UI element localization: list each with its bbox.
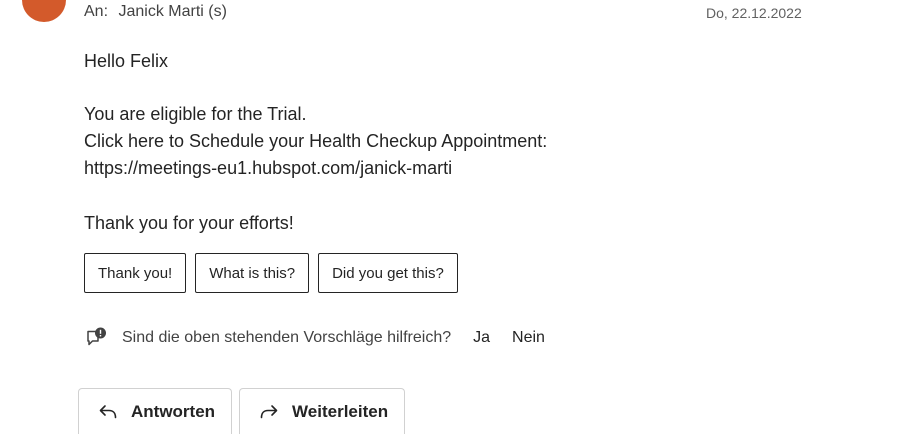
suggested-replies: Thank you! What is this? Did you get thi…: [84, 253, 458, 293]
suggested-reply-thank-you[interactable]: Thank you!: [84, 253, 187, 293]
reply-icon: [97, 401, 119, 423]
message-greeting: Hello Felix: [84, 51, 169, 71]
feedback-no-link[interactable]: Nein: [512, 329, 545, 347]
suggested-reply-what-is-this[interactable]: What is this?: [195, 253, 310, 293]
recipient-line: An: Janick Marti (s): [84, 3, 227, 21]
suggestion-feedback: Sind die oben stehenden Vorschläge hilfr…: [84, 326, 545, 350]
to-prefix: An:: [84, 3, 109, 20]
email-reading-pane: An: Janick Marti (s) Do, 22.12.2022 Hell…: [0, 0, 897, 442]
suggested-reply-did-you-get-this[interactable]: Did you get this?: [318, 253, 458, 293]
message-paragraph: You are eligible for the Trial. Click he…: [84, 101, 547, 182]
message-actions: Antworten Weiterleiten: [78, 388, 406, 434]
recipient-name[interactable]: Janick Marti (s): [118, 3, 226, 20]
reply-label: Antworten: [131, 401, 216, 421]
feedback-icon: [84, 326, 108, 350]
feedback-yes-link[interactable]: Ja: [473, 329, 490, 347]
message-closing: Thank you for your efforts!: [84, 213, 294, 233]
message-line: Click here to Schedule your Health Check…: [84, 131, 548, 151]
message-line: You are eligible for the Trial.: [84, 104, 307, 124]
sender-avatar[interactable]: [22, 0, 66, 22]
message-link[interactable]: https://meetings-eu1.hubspot.com/janick-…: [84, 155, 547, 182]
feedback-question: Sind die oben stehenden Vorschläge hilfr…: [122, 329, 452, 346]
forward-icon: [258, 401, 280, 423]
forward-label: Weiterleiten: [292, 401, 389, 421]
forward-button[interactable]: Weiterleiten: [239, 388, 406, 434]
message-date: Do, 22.12.2022: [706, 5, 802, 21]
reply-button[interactable]: Antworten: [78, 388, 233, 434]
